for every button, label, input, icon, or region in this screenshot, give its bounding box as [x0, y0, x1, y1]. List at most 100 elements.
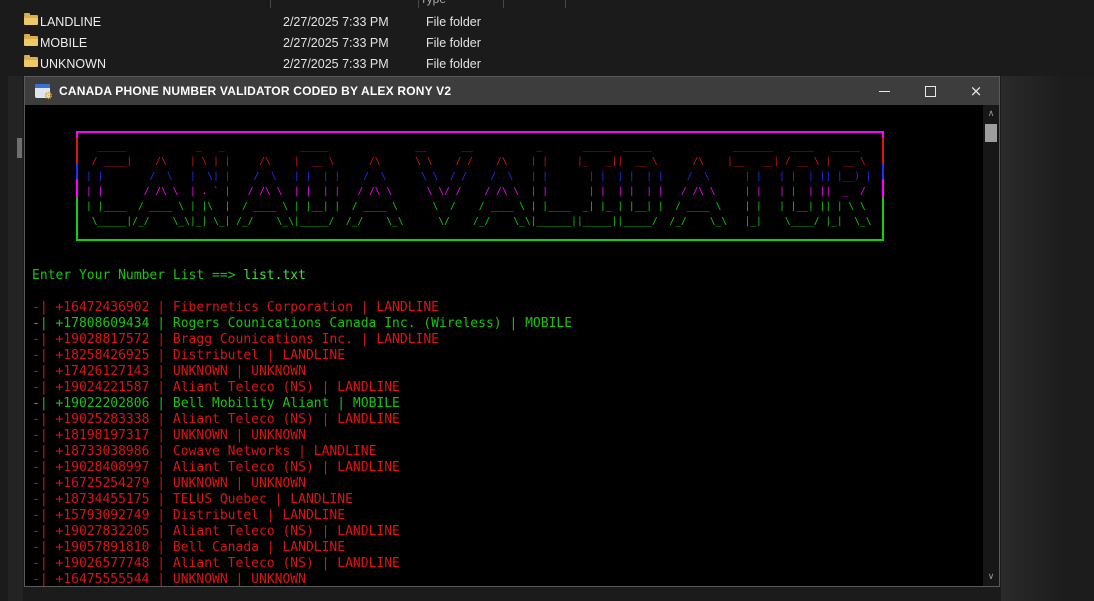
result-line: -| +16472436902 | Fibernetics Corporatio… [32, 300, 440, 315]
scroll-up-icon[interactable]: ∧ [983, 107, 999, 121]
result-prefix: -| [32, 508, 56, 523]
close-button[interactable]: × [953, 77, 999, 105]
result-line-type: LANDLINE [282, 540, 346, 555]
result-number: +19028408997 [55, 460, 150, 475]
banner-border-bottom [76, 239, 884, 241]
result-number: +19057891810 [55, 540, 150, 555]
result-number: +17808609434 [55, 316, 150, 331]
result-number: +15793092749 [55, 508, 150, 523]
maximize-icon [924, 85, 936, 97]
console-scrollbar[interactable]: ∧ ∨ [983, 105, 999, 586]
result-prefix: -| [32, 364, 56, 379]
result-carrier: Aliant Teleco (NS) [172, 460, 314, 475]
result-prefix: -| [32, 428, 56, 443]
console-title-bar[interactable]: CANADA PHONE NUMBER VALIDATOR CODED BY A… [25, 77, 999, 105]
banner-border-left [76, 131, 78, 241]
nav-pane-scrollbar[interactable] [8, 76, 23, 601]
result-prefix: -| [32, 300, 56, 315]
scrollbar-thumb[interactable] [985, 124, 997, 142]
explorer-row[interactable]: LANDLINE 2/27/2025 7:33 PM File folder [22, 12, 1094, 33]
result-line-type: LANDLINE [337, 556, 400, 571]
close-icon: × [969, 81, 983, 100]
column-divider [565, 0, 566, 8]
result-prefix: -| [32, 348, 56, 363]
result-prefix: -| [32, 444, 56, 459]
column-header-type: Type [420, 0, 446, 7]
window-title: CANADA PHONE NUMBER VALIDATOR CODED BY A… [59, 84, 452, 98]
minimize-button[interactable] [861, 77, 907, 105]
result-line: -| +19022202806 | Bell Mobility Aliant |… [32, 396, 400, 411]
result-line-type: MOBILE [525, 316, 573, 331]
result-carrier: Aliant Teleco (NS) [172, 524, 314, 539]
result-line: -| +17808609434 | Rogers Counications Ca… [32, 316, 573, 331]
result-prefix: -| [32, 476, 56, 491]
prompt-label: Enter Your Number List ==> [32, 268, 236, 283]
ascii-banner-text: _____ _ _ _____ __ __ _ _____ _____ ____… [76, 131, 884, 229]
folder-icon [24, 34, 38, 46]
result-prefix: -| [32, 492, 56, 507]
result-line-type: LANDLINE [282, 508, 346, 523]
banner-border-top [76, 131, 884, 133]
explorer-row[interactable]: MOBILE 2/27/2025 7:33 PM File folder [22, 33, 1094, 54]
window-controls: × [861, 77, 999, 105]
ascii-banner-line: \_____|/_/ \_\|_| \_| /_/ \_\|_____/ /_/… [86, 216, 872, 227]
validation-results: -| +16472436902 | Fibernetics Corporatio… [32, 300, 999, 586]
result-line: -| +19028817572 | Bragg Counications Inc… [32, 332, 440, 347]
result-carrier: Bragg Counications Inc. [172, 332, 353, 347]
ascii-banner-line: / ____| /\ | \ | | /\ | __ \ /\ \ \ / / … [86, 156, 872, 167]
result-prefix: -| [32, 524, 56, 539]
folder-date-modified: 2/27/2025 7:33 PM [283, 36, 389, 50]
explorer-row[interactable]: UNKNOWN 2/27/2025 7:33 PM File folder [22, 54, 1094, 75]
folder-type: File folder [426, 36, 481, 50]
ascii-banner-line: | | / /\ \ | . ` | / /\ \ | | | | / /\ \… [86, 186, 872, 197]
minimize-icon [878, 90, 890, 92]
result-line: -| +19026577748 | Aliant Teleco (NS) | L… [32, 556, 400, 571]
console-app-icon [35, 84, 53, 102]
result-carrier: Bell Canada [172, 540, 259, 555]
result-carrier: Cowave Networks [172, 444, 291, 459]
result-line-type: LANDLINE [337, 412, 400, 427]
result-line-type: UNKNOWN [251, 428, 306, 443]
result-line: -| +18198197317 | UNKNOWN | UNKNOWN [32, 428, 306, 443]
result-number: +16472436902 [55, 300, 150, 315]
folder-date-modified: 2/27/2025 7:33 PM [283, 15, 389, 29]
result-line: -| +19027832205 | Aliant Teleco (NS) | L… [32, 524, 400, 539]
banner-border-right [882, 131, 884, 241]
result-line: -| +19025283338 | Aliant Teleco (NS) | L… [32, 412, 400, 427]
result-number: +16725254279 [55, 476, 150, 491]
folder-type: File folder [426, 57, 481, 71]
ascii-banner-line: | | / \ | \| | / \ | | | | / \ \ \ / / /… [86, 171, 872, 182]
scroll-down-icon[interactable]: ∨ [983, 570, 999, 584]
result-line-type: LANDLINE [337, 524, 400, 539]
result-line-type: UNKNOWN [251, 572, 306, 586]
result-carrier: Distributel [172, 348, 259, 363]
result-prefix: -| [32, 556, 56, 571]
result-line-type: LANDLINE [376, 300, 440, 315]
folder-list: LANDLINE 2/27/2025 7:33 PM File folder MOBI… [22, 12, 1094, 75]
result-line: -| +19057891810 | Bell Canada | LANDLINE [32, 540, 346, 555]
result-carrier: Rogers Counications Canada Inc. (Wireles… [172, 316, 502, 331]
result-number: +16475555544 [55, 572, 150, 586]
ascii-banner-line: | |____ / ____ \ | |\ | / ____ \ | |__| … [86, 201, 872, 212]
result-number: +19028817572 [55, 332, 150, 347]
result-line: -| +18733038986 | Cowave Networks | LAND… [32, 444, 377, 459]
result-line-type: UNKNOWN [251, 364, 306, 379]
result-number: +18733038986 [55, 444, 150, 459]
result-line-type: LANDLINE [337, 460, 400, 475]
folder-name: LANDLINE [40, 15, 102, 29]
folder-icon [24, 55, 38, 67]
result-number: +19025283338 [55, 412, 150, 427]
result-prefix: -| [32, 412, 56, 427]
result-number: +19026577748 [55, 556, 150, 571]
column-divider [503, 0, 504, 8]
result-carrier: UNKNOWN [172, 428, 228, 443]
result-prefix: -| [32, 332, 56, 347]
result-line-type: LANDLINE [337, 380, 400, 395]
result-prefix: -| [32, 380, 56, 395]
result-line: -| +16725254279 | UNKNOWN | UNKNOWN [32, 476, 306, 491]
maximize-button[interactable] [907, 77, 953, 105]
nav-pane-scrollbar-thumb[interactable] [17, 138, 22, 158]
ascii-banner-line: _____ _ _ _____ __ __ _ _____ _____ ____… [86, 141, 872, 152]
input-prompt: Enter Your Number List ==> list.txt [32, 268, 999, 284]
result-line: -| +16475555544 | UNKNOWN | UNKNOWN [32, 572, 306, 586]
